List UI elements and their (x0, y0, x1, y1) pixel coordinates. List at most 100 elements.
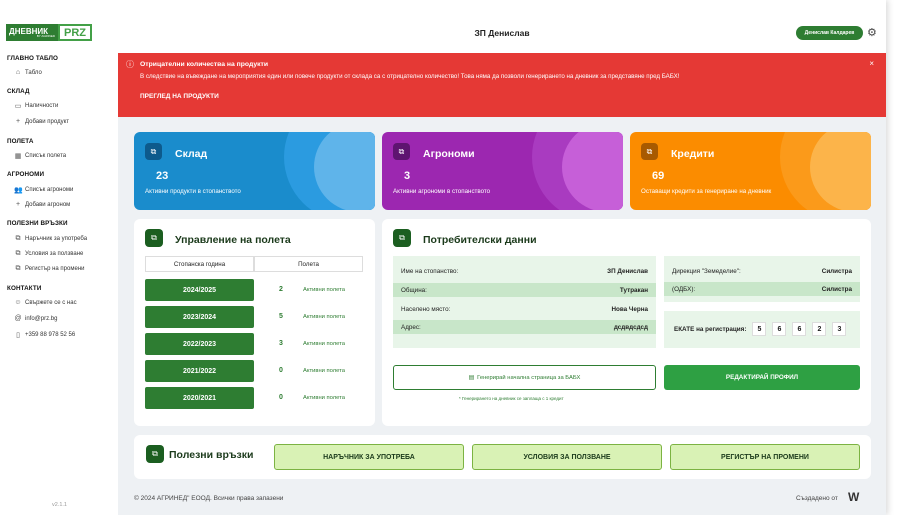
info-icon: ⓘ (126, 60, 134, 69)
manual-link-button[interactable]: НАРЪЧНИК ЗА УПОТРЕБА (274, 444, 464, 470)
card-subtitle: Оставащи кредити за генериране на дневни… (641, 188, 772, 195)
fields-count: 5 (279, 313, 283, 320)
sidebar-item-terms[interactable]: ⧉ Условия за ползване (14, 250, 84, 258)
sidebar-item-contact-us[interactable]: ☺ Свържете се с нас (14, 299, 76, 306)
plus-icon: + (15, 201, 21, 208)
card-agronomists[interactable]: ⧉ Агрономи 3 Активни агрономи в стопанст… (382, 132, 623, 210)
alert-message: В следствие на въвеждане на мероприятия … (140, 73, 680, 80)
card-credits[interactable]: ⧉ Кредити 69 Оставащи кредити за генерир… (630, 132, 871, 210)
field-label: (ОДБХ): (672, 285, 696, 293)
card-value: 3 (404, 170, 411, 182)
people-icon: 👥 (14, 187, 23, 194)
sidebar-item-label: Наличности (25, 103, 59, 109)
sidebar-item-email[interactable]: @ info@prz.bg (14, 315, 57, 322)
gear-icon[interactable]: ⚙ (867, 26, 877, 39)
section-agronomists: АГРОНОМИ (7, 171, 45, 178)
sidebar-item-label: Списък полета (25, 153, 67, 159)
col-header-fields: Полета (254, 256, 363, 272)
close-icon[interactable]: × (869, 59, 874, 68)
copy-icon: ⧉ (15, 250, 21, 257)
municipality-row: Община: Тутракан (393, 283, 656, 297)
fields-count: 0 (279, 394, 283, 401)
creator-logo-icon[interactable]: W (848, 490, 859, 504)
app-version: v2.1.1 (52, 502, 67, 508)
address-row: Адрес: дсдвдсдсд (393, 320, 656, 334)
edit-profile-button[interactable]: РЕДАКТИРАЙ ПРОФИЛ (664, 365, 860, 390)
sidebar-item-phone[interactable]: ▯ +359 88 978 52 56 (14, 331, 75, 339)
sidebar-item-agronomists-list[interactable]: 👥 Списък агрономи (14, 186, 73, 194)
year-button[interactable]: 2022/2023 (145, 333, 254, 355)
sidebar-item-manual[interactable]: ⧉ Наръчник за употреба (14, 235, 88, 243)
logo-brand: PRZ (58, 24, 92, 41)
active-fields-link[interactable]: Активни полета (303, 341, 345, 347)
phone-icon: ▯ (16, 332, 20, 339)
copy-icon: ⧉ (393, 229, 411, 247)
active-fields-link[interactable]: Активни полета (303, 314, 345, 320)
ekatte-digit: 5 (752, 322, 767, 336)
active-fields-link[interactable]: Активни полета (303, 395, 345, 401)
sidebar-item-add-agronomist[interactable]: + Добави агроном (14, 201, 70, 208)
card-storage[interactable]: ⧉ Склад 23 Активни продукти в стопанство… (134, 132, 375, 210)
card-subtitle: Активни агрономи в стопанството (393, 188, 491, 195)
farm-name-row: Име на стопанство: ЗП Денислав (393, 264, 656, 278)
sidebar-item-label: Наръчник за употреба (25, 236, 88, 242)
changelog-link-button[interactable]: РЕГИСТЪР НА ПРОМЕНИ (670, 444, 860, 470)
fields-panel-title: Управление на полета (175, 234, 291, 246)
ekatte-digit: 6 (792, 322, 807, 336)
sidebar-item-label: Добави продукт (25, 118, 70, 125)
card-value: 69 (652, 170, 665, 182)
header: ЗП Денислав Денислав Калдарев ⚙ (118, 19, 886, 48)
user-menu-button[interactable]: Денислав Калдарев (796, 26, 863, 40)
sidebar-item-fields-list[interactable]: ▦ Списък полета (14, 152, 66, 160)
section-storage: СКЛАД (7, 88, 30, 95)
copy-icon: ⧉ (146, 445, 164, 463)
user-data-title: Потребителски данни (423, 234, 537, 246)
directorate-box: Дирекция "Земеделие": Силистра (ОДБХ): Сил… (664, 256, 860, 302)
card-subtitle: Активни продукти в стопанството (145, 188, 241, 195)
section-dashboard: ГЛАВНО ТАБЛО (7, 55, 59, 62)
copy-icon: ⧉ (15, 235, 21, 242)
ekatte-row: ЕКАТЕ на регистрация: 5 6 6 2 3 (674, 322, 847, 336)
contact-icon: ☺ (14, 299, 22, 306)
card-value: 23 (156, 170, 169, 182)
main-content: ⧉ Склад 23 Активни продукти в стопанство… (118, 117, 886, 515)
logo-main: ДНЕВНИК BY AGRINED (6, 24, 58, 41)
field-label: Населено място: (401, 305, 451, 313)
alert-title: Отрицателни количества на продукти (140, 61, 269, 68)
at-icon: @ (14, 315, 22, 322)
logo-subtext: BY AGRINED (36, 33, 55, 38)
card-title: Агрономи (423, 148, 475, 160)
terms-link-button[interactable]: УСЛОВИЯ ЗА ПОЛЗВАНЕ (472, 444, 662, 470)
created-by: Създадено от (796, 495, 838, 502)
ekatte-digit: 2 (812, 322, 827, 336)
year-button[interactable]: 2021/2022 (145, 360, 254, 382)
year-button[interactable]: 2024/2025 (145, 279, 254, 301)
card-title: Кредити (671, 148, 715, 160)
copyright: © 2024 АГРИНЕД" ЕООД. Всички права запаз… (134, 495, 284, 502)
page-title: ЗП Денислав (474, 28, 530, 38)
app-window: ДНЕВНИК BY AGRINED PRZ ГЛАВНО ТАБЛО ⌂ Табл… (0, 0, 886, 515)
map-icon: ▦ (14, 153, 22, 160)
generate-babh-button[interactable]: ▤ Генерирай начална страница за БАБХ (393, 365, 656, 390)
review-products-link[interactable]: ПРЕГЛЕД НА ПРОДУКТИ (140, 93, 219, 100)
negative-quantity-alert: ⓘ Отрицателни количества на продукти В с… (118, 53, 886, 117)
active-fields-link[interactable]: Активни полета (303, 287, 345, 293)
sidebar-item-changelog[interactable]: ⧉ Регистър на промени (14, 265, 85, 273)
field-value: Силистра (821, 267, 852, 275)
sidebar-item-label: info@prz.bg (25, 315, 58, 322)
sidebar-item-label: Добави агроном (25, 201, 71, 208)
field-value: Тутракан (619, 286, 648, 294)
active-fields-link[interactable]: Активни полета (303, 368, 345, 374)
useful-links-title: Полезни връзки (169, 449, 254, 461)
year-button[interactable]: 2020/2021 (145, 387, 254, 409)
sidebar-item-add-product[interactable]: + Добави продукт (14, 118, 69, 125)
sidebar-item-dashboard[interactable]: ⌂ Табло (14, 69, 42, 76)
logo[interactable]: ДНЕВНИК BY AGRINED PRZ (6, 24, 92, 41)
year-button[interactable]: 2023/2024 (145, 306, 254, 328)
ekatte-label: ЕКАТЕ на регистрация: (674, 325, 747, 333)
home-icon: ⌂ (15, 69, 21, 76)
farm-info-box: Име на стопанство: ЗП Денислав Община: Тут… (393, 256, 656, 348)
odbh-row: (ОДБХ): Силистра (664, 282, 860, 296)
sidebar-item-inventory[interactable]: ▭ Наличности (14, 102, 59, 110)
ekatte-box: ЕКАТЕ на регистрация: 5 6 6 2 3 (664, 311, 860, 348)
